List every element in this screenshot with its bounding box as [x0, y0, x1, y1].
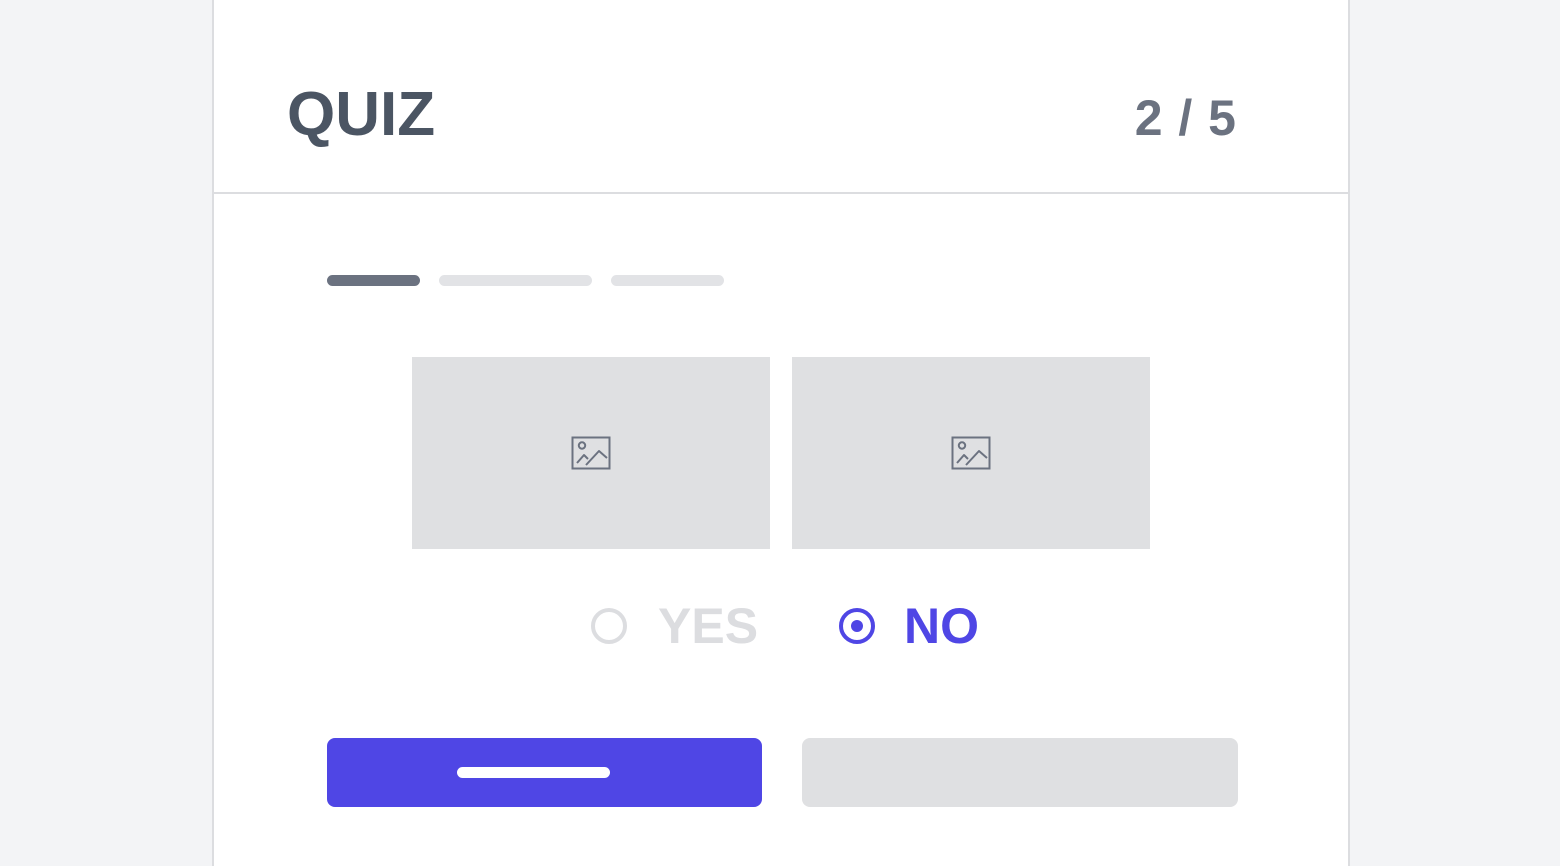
option-no[interactable]: NO: [837, 598, 979, 654]
image-placeholder: [792, 357, 1150, 549]
image-placeholder-icon: [951, 436, 991, 470]
question-counter: 2 / 5: [1134, 90, 1236, 146]
next-button[interactable]: [327, 738, 762, 807]
image-placeholder: [412, 357, 770, 549]
secondary-button[interactable]: [802, 738, 1238, 807]
progress-segment: [611, 275, 724, 286]
progress-segment-active: [327, 275, 420, 286]
page-title: QUIZ: [287, 80, 436, 149]
button-label-placeholder: [457, 767, 610, 778]
option-label: NO: [904, 598, 979, 654]
radio-unchecked-icon[interactable]: [589, 606, 629, 646]
image-placeholder-icon: [571, 436, 611, 470]
quiz-header: QUIZ 2 / 5: [214, 0, 1348, 194]
option-yes[interactable]: YES: [589, 598, 758, 654]
radio-checked-icon[interactable]: [837, 606, 877, 646]
option-label: YES: [658, 598, 759, 654]
quiz-card: QUIZ 2 / 5 YES NO: [212, 0, 1350, 866]
progress-segment: [439, 275, 592, 286]
